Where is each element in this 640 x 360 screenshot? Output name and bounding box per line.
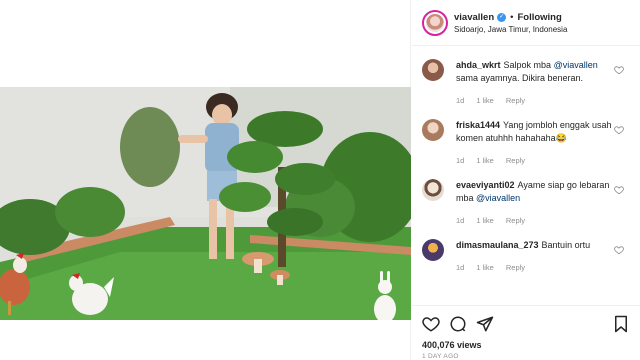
comment-likes[interactable]: 1 like [476,261,494,274]
comment-icon[interactable] [449,315,467,333]
comment-list[interactable]: ahda_wkrt Salpok mba @viavallen sama ayam… [412,47,640,305]
comment-item: dimasmaulana_273 Bantuin ortu 1d 1 like R… [412,227,640,274]
comment-avatar[interactable] [422,179,444,201]
comment-mention[interactable]: @viavallen [554,60,598,70]
comment-avatar[interactable] [422,239,444,261]
reply-button[interactable]: Reply [506,261,525,274]
post-header: viavallen ✓ • Following Sidoarjo, Jawa T… [412,0,640,46]
reply-button[interactable]: Reply [506,154,525,167]
avatar[interactable] [422,9,448,36]
comment-likes[interactable]: 1 like [476,94,494,107]
comment-text: Bantuin ortu [541,240,591,250]
comment-likes[interactable]: 1 like [476,214,494,227]
comment-text-rest: sama ayamnya. Dikira beneran. [456,73,584,83]
comment-item: friska1444 Yang jombloh enggak usah komen… [412,107,640,167]
bookmark-icon[interactable] [612,315,630,333]
post-username[interactable]: viavallen [454,12,494,23]
following-button[interactable]: Following [517,12,561,23]
comment-username[interactable]: dimasmaulana_273 [456,240,539,250]
comment-item: ahda_wkrt Salpok mba @viavallen sama ayam… [412,47,640,107]
comment-age: 1d [456,156,465,165]
post-media [0,0,411,360]
heart-icon[interactable] [614,125,624,135]
comment-mention[interactable]: @viavallen [476,193,520,203]
comment-age: 1d [456,216,465,225]
view-count[interactable]: 400,076 views [422,340,630,350]
comment-item: evaeviyanti02 Ayame siap go lebaran mba @… [412,167,640,227]
post-date: 1 DAY AGO [422,353,459,360]
reply-button[interactable]: Reply [506,94,525,107]
reply-button[interactable]: Reply [506,214,525,227]
post-photo[interactable] [0,87,411,320]
verified-badge-icon: ✓ [497,12,507,22]
share-icon[interactable] [476,315,494,333]
comment-avatar[interactable] [422,59,444,81]
post-details-panel: viavallen ✓ • Following Sidoarjo, Jawa T… [412,0,640,360]
heart-icon[interactable] [614,65,624,75]
comment-username[interactable]: friska1444 [456,120,500,130]
comment-username[interactable]: ahda_wkrt [456,60,501,70]
heart-icon[interactable] [614,185,624,195]
comment-text: Salpok mba [503,60,554,70]
comment-username[interactable]: evaeviyanti02 [456,180,515,190]
post-actions: 400,076 views 1 DAY AGO [412,305,640,360]
heart-icon[interactable] [614,245,624,255]
heart-icon[interactable] [422,315,440,333]
separator-dot: • [510,11,514,23]
comment-age: 1d [456,263,465,272]
comment-avatar[interactable] [422,119,444,141]
comment-age: 1d [456,96,465,105]
garden-scene-image [0,87,411,320]
comment-likes[interactable]: 1 like [476,154,494,167]
post-location[interactable]: Sidoarjo, Jawa Timur, Indonesia [454,25,567,34]
